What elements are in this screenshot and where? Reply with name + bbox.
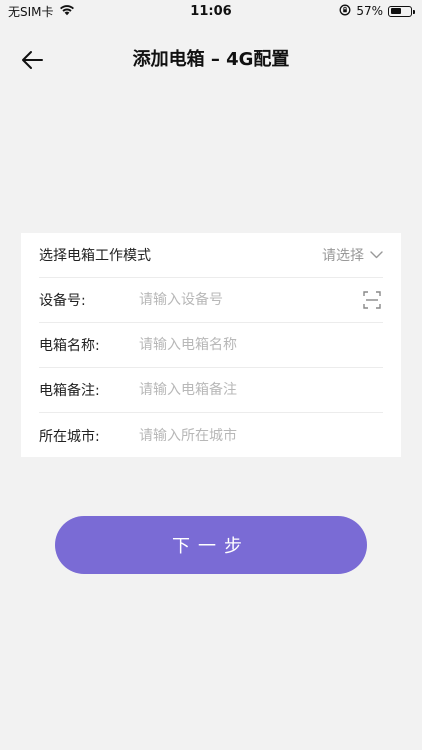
city-label: 所在城市: [39,428,100,445]
page-title: 添加电箱 – 4G配置 [132,49,290,70]
device-label: 设备号: [39,293,86,309]
device-row: 设备号: [39,278,383,323]
name-input[interactable] [139,323,383,367]
battery-fill [390,8,402,14]
screen: 无SIM卡 11:06 57% 添加电箱 – 4G配置 选择电箱工作模式 请选择… [0,0,422,750]
config-form: 选择电箱工作模式 请选择 设备号: 电箱名称: 电箱备注: [21,233,401,458]
wifi-icon [59,4,75,19]
note-row: 电箱备注: [39,368,383,413]
mode-label: 选择电箱工作模式 [39,248,151,264]
next-button[interactable]: 下一步 [55,516,367,574]
carrier-text: 无SIM卡 [8,4,54,19]
status-left: 无SIM卡 [8,3,75,20]
status-bar: 无SIM卡 11:06 57% [0,0,422,22]
mode-select[interactable]: 请选择 [322,245,383,265]
mode-select-placeholder: 请选择 [322,248,364,264]
scan-button[interactable] [361,289,383,311]
city-row: 所在城市: [39,413,383,458]
battery-icon [388,5,415,17]
note-label: 电箱备注: [39,383,100,399]
name-row: 电箱名称: [39,323,383,368]
note-input[interactable] [139,368,383,412]
rotation-lock-icon [339,4,351,19]
chevron-down-icon [370,251,383,259]
city-input[interactable] [139,413,383,458]
name-label: 电箱名称: [39,338,100,354]
battery-percent: 57% [356,4,383,18]
status-right: 57% [339,4,415,19]
device-input[interactable] [139,278,361,322]
nav-bar: 添加电箱 – 4G配置 [0,36,422,84]
mode-row[interactable]: 选择电箱工作模式 请选择 [39,233,383,278]
scan-icon [363,291,381,309]
